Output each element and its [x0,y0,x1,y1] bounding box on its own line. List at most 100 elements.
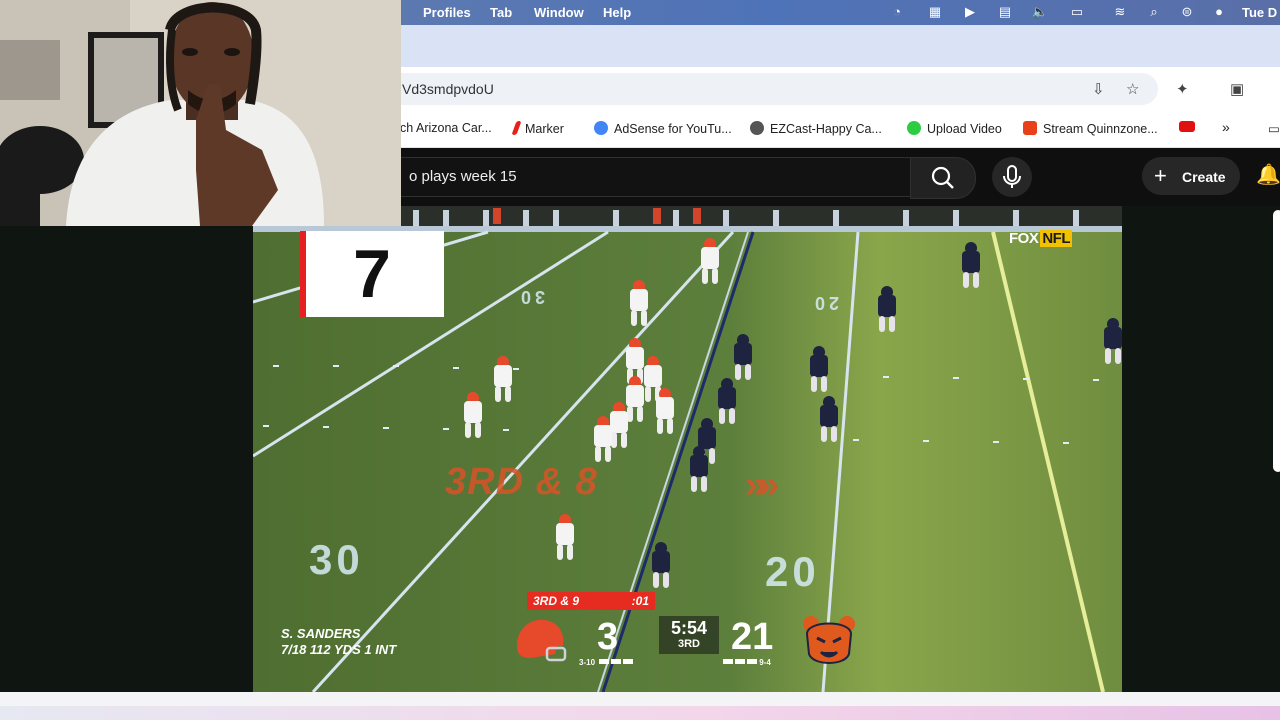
player-browns [493,356,513,402]
bookmark-item[interactable]: EZCast-Happy Ca... [750,121,882,136]
video-player[interactable]: 30 20 30 20 3RD & 8 »» 7 FOX NFL S. SANDE… [253,206,1122,692]
chevron-arrows-icon: »» [745,464,779,506]
network-sub: NFL [1040,230,1073,247]
fox-nfl-logo: FOX NFL [1009,230,1073,247]
dock-bar [0,692,1280,720]
player-bears [819,396,839,442]
bookmark-label: Stream Quinnzone... [1043,122,1158,136]
search-query[interactable]: o plays week 15 [409,168,517,185]
install-app-icon[interactable]: ⇩ [1092,80,1105,98]
upload-icon [907,121,921,135]
soundcloud-icon [1023,121,1037,135]
game-clock-box: 5:54 3RD [659,616,719,654]
microphone-icon [1003,165,1021,188]
volume-icon[interactable]: 🔈 [1031,4,1049,20]
bookmark-label: ch Arizona Car... [400,121,492,135]
more-bookmarks-icon[interactable]: » [1222,119,1230,135]
passer-stats: S. SANDERS 7/18 112 YDS 1 INT [281,626,396,658]
bookmark-item[interactable]: AdSense for YouTu... [594,121,732,136]
player-bears [733,334,753,380]
status-icon[interactable]: ◔ [888,4,906,20]
bookmark-item[interactable]: Stream Quinnzone... [1023,121,1158,136]
home-record: 9-4 [759,658,771,667]
scorebug-down-distance: 3RD & 9 :01 [527,592,655,610]
bookmark-star-icon[interactable]: ☆ [1126,80,1139,98]
browns-helmet-icon [517,619,567,662]
address-bar[interactable]: Vd3smdpvdoU ⇩ ☆ [320,73,1158,105]
quarter: 3RD [677,638,700,650]
bears-logo-icon [803,616,855,664]
notifications-bell-icon[interactable]: 🔔 [1256,162,1280,187]
player-bears [717,378,737,424]
bookmark-label: Marker [525,122,564,136]
player-browns [700,238,720,284]
battery-icon[interactable]: ▭ [1068,4,1086,20]
scrollbar-thumb[interactable] [1273,210,1280,472]
globe-icon [750,121,764,135]
bookmark-item[interactable]: ch Arizona Car... [400,121,492,135]
display-icon[interactable]: ▤ [996,4,1014,20]
youtube-icon [1179,121,1195,132]
player-bears [877,286,897,332]
player-bears [809,346,829,392]
bookmark-item[interactable]: Upload Video [907,121,1002,136]
search-button[interactable] [910,157,976,199]
page-bottom-edge [0,692,1280,706]
home-score: 21 [731,616,774,658]
player-browns [555,514,575,560]
player-bears [689,446,709,492]
player-bears [1103,318,1122,364]
marker-icon [511,121,522,135]
webcam-overlay [0,0,401,226]
home-timeouts: 9-4 [721,658,771,667]
player-bears [961,242,981,288]
scorebug: 3RD & 9 :01 3 5:54 3RD 21 3-10 9-4 [511,592,861,672]
yard-number: 30 [517,287,546,307]
reading-mode-icon[interactable]: ▣ [1230,80,1244,98]
search-icon [931,166,954,189]
away-record: 3-10 [579,658,596,667]
search-icon[interactable]: ⌕ [1145,4,1163,20]
bookmark-label: EZCast-Happy Ca... [770,122,882,136]
plus-icon: + [1154,163,1167,188]
menu-tab[interactable]: Tab [490,5,512,20]
folder-icon[interactable]: ▭ [1268,121,1280,136]
passer-line: 7/18 112 YDS 1 INT [281,642,397,657]
wifi-icon[interactable]: ≋ [1111,4,1129,20]
bookmark-label: AdSense for YouTu... [614,122,732,136]
bookmark-label: Upload Video [927,122,1002,136]
search-input[interactable]: o plays week 15 [370,157,912,197]
menubar-clock[interactable]: Tue D [1242,5,1277,20]
yard-number: 20 [811,293,840,313]
google-icon [594,121,608,135]
down-distance-graphic: 3RD & 8 [445,461,598,503]
away-score: 3 [597,616,619,658]
page-background [1122,206,1280,692]
passer-name: S. SANDERS [281,626,361,641]
url-text[interactable]: Vd3smdpvdoU [402,81,494,97]
player-browns [463,392,483,438]
create-button[interactable]: + Create [1142,157,1240,195]
away-timeouts: 3-10 [579,658,634,667]
network-name: FOX [1009,230,1039,247]
menu-help[interactable]: Help [603,5,631,20]
extensions-icon[interactable]: ✦ [1176,80,1189,98]
bookmark-item[interactable]: Marker [511,121,564,136]
control-center-icon[interactable]: ⊜ [1178,4,1196,20]
yard-number: 30 [309,536,364,583]
screen-icon[interactable]: ▦ [926,4,944,20]
player-browns [593,416,613,462]
bookmark-item[interactable] [1179,121,1201,135]
play-icon[interactable]: ▶ [961,4,979,20]
play-number-box: 7 [300,231,444,317]
play-number: 7 [353,236,391,312]
siri-icon[interactable]: ● [1210,4,1228,20]
create-label: Create [1182,169,1226,185]
yard-number: 20 [765,548,820,595]
down-distance-text: 3RD & 9 [533,594,580,608]
voice-search-button[interactable] [992,157,1032,197]
menu-profiles[interactable]: Profiles [423,5,471,20]
webcam-feed-image [0,0,401,226]
player-browns [655,388,675,434]
menu-window[interactable]: Window [534,5,584,20]
